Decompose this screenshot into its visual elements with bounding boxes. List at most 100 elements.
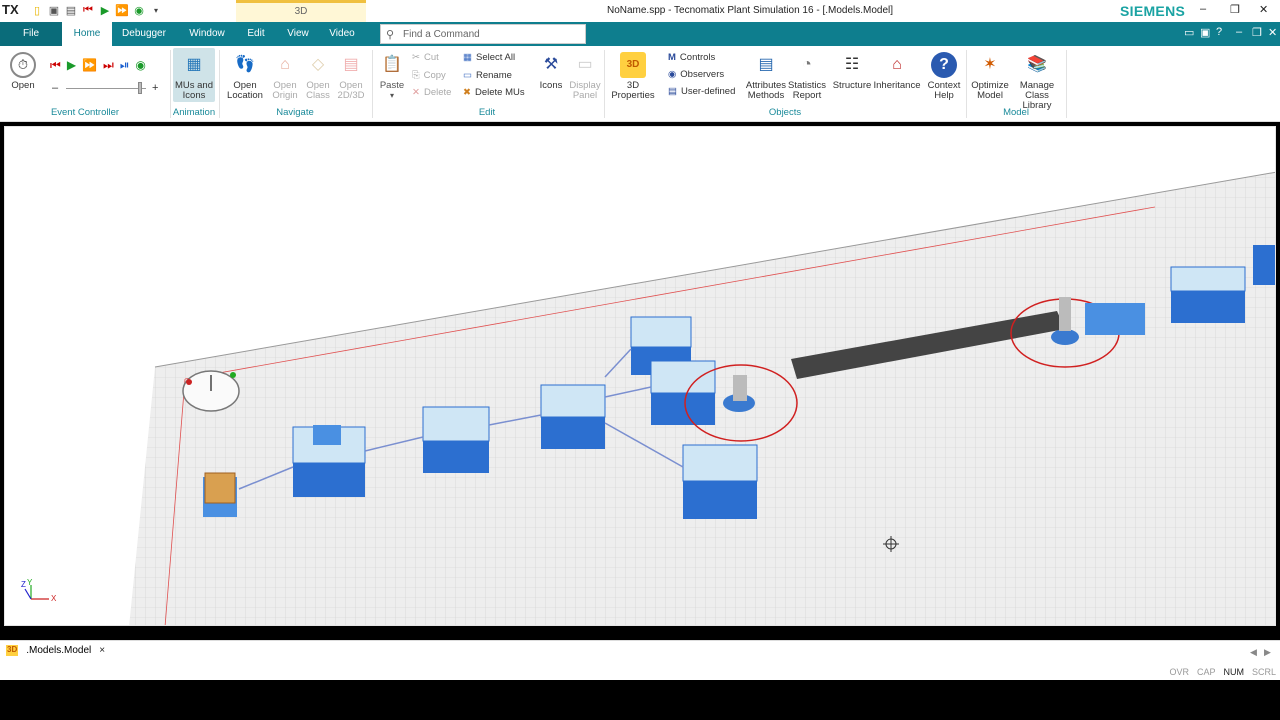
stop-icon[interactable]: ⏭: [103, 58, 114, 73]
title-bar: TX ▯ ▣ ▤ ⏮ ▶ ⏩ ◉ ▾ 3D NoName.spp - Tecno…: [0, 0, 1280, 22]
status-ovr: OVR: [1169, 667, 1189, 677]
separator: [1066, 50, 1067, 118]
axis-label-x: X: [51, 594, 57, 603]
group-edit: Edit: [478, 107, 496, 118]
table-icon: ▤: [758, 56, 774, 73]
reset-icon[interactable]: ⏮: [81, 3, 95, 17]
3d-viewport[interactable]: Y Z X: [4, 126, 1276, 626]
axis-label-y: Y: [27, 578, 33, 587]
fast-forward-icon[interactable]: ⏩: [115, 3, 129, 17]
open-event-controller-button[interactable]: ⏱ Open: [6, 52, 40, 91]
2d3d-icon: ▤: [343, 56, 359, 73]
paste-button[interactable]: 📋 Paste ▾: [378, 52, 406, 101]
speed-minus[interactable]: –: [52, 82, 58, 94]
station-4b[interactable]: [650, 360, 716, 425]
cut-button[interactable]: ✂ Cut: [412, 52, 439, 63]
close-tab-icon[interactable]: ×: [99, 645, 105, 656]
station-1[interactable]: [292, 425, 366, 497]
tab-home[interactable]: Home: [62, 22, 112, 46]
open-2d3d-button[interactable]: ▤ Open 2D/3D: [335, 52, 367, 101]
open-location-button[interactable]: 👣 Open Location: [226, 52, 264, 101]
station-6[interactable]: [1170, 266, 1246, 323]
help-icon[interactable]: ?: [1216, 26, 1222, 38]
inheritance-icon: ⌂: [892, 56, 902, 73]
select-all-button[interactable]: ▦ Select All: [463, 52, 515, 63]
delete-button[interactable]: ✕ Delete: [412, 87, 451, 98]
customize-dropdown-icon[interactable]: ▾: [149, 3, 163, 17]
source-object[interactable]: [203, 472, 237, 517]
document-tab-label: .Models.Model: [26, 645, 92, 656]
fast-forward-icon[interactable]: ⏩: [82, 58, 97, 73]
init-icon[interactable]: ◉: [132, 3, 146, 17]
attributes-methods-button[interactable]: ▤ Attributes Methods: [744, 52, 788, 101]
child-close-icon[interactable]: ✕: [1268, 26, 1277, 39]
tab-window[interactable]: Window: [182, 22, 232, 46]
reset-icon[interactable]: ⏮: [50, 58, 61, 73]
restore-icon[interactable]: ❐: [1230, 3, 1240, 16]
origin-icon: ⌂: [280, 56, 290, 73]
optimize-model-button[interactable]: ✶ Optimize Model: [970, 52, 1010, 101]
brand-logo: SIEMENS: [1120, 3, 1186, 19]
3d-scene: Y Z X: [21, 171, 1276, 625]
tab-file[interactable]: File: [0, 22, 62, 46]
context-help-button[interactable]: ? Context Help: [926, 52, 962, 101]
help-icon: ?: [931, 52, 957, 78]
minimize-child-icon[interactable]: ▭: [1184, 26, 1194, 39]
open-origin-button[interactable]: ⌂ Open Origin: [268, 52, 302, 101]
document-tab-model[interactable]: 3D .Models.Model ×: [6, 645, 105, 656]
child-minimize-icon[interactable]: –: [1236, 26, 1242, 38]
user-defined-icon: ▤: [668, 86, 677, 97]
minimize-icon[interactable]: –: [1200, 3, 1206, 15]
rename-button[interactable]: ▭ Rename: [463, 70, 512, 81]
close-icon[interactable]: ✕: [1259, 3, 1268, 16]
new-file-icon[interactable]: ▯: [30, 3, 44, 17]
books-icon: 📚: [1027, 56, 1047, 73]
3d-properties-button[interactable]: 3D 3D Properties: [610, 52, 656, 101]
controls-button[interactable]: M Controls: [668, 52, 715, 63]
status-num: NUM: [1223, 667, 1244, 677]
init-icon[interactable]: ◉: [135, 58, 145, 73]
event-controller-clock[interactable]: [182, 370, 240, 412]
speed-plus[interactable]: +: [152, 82, 158, 94]
scroll-right-icon[interactable]: ▶: [1264, 647, 1271, 658]
separator: [372, 50, 373, 118]
start-icon[interactable]: ▶: [98, 3, 112, 17]
scissors-icon: ✂: [412, 52, 420, 63]
scroll-left-icon[interactable]: ◀: [1250, 647, 1257, 658]
statistics-report-button[interactable]: ◔ Statistics Report: [788, 52, 826, 101]
tab-view[interactable]: View: [282, 22, 314, 46]
icons-button[interactable]: ⚒ Icons: [536, 52, 566, 91]
station-5[interactable]: [1085, 303, 1145, 335]
child-restore-icon[interactable]: ❐: [1252, 26, 1262, 39]
station-7[interactable]: [1253, 245, 1276, 285]
slider-handle[interactable]: [138, 82, 142, 94]
save-icon[interactable]: ▣: [47, 3, 61, 17]
station-2[interactable]: [422, 406, 490, 473]
display-panel-button[interactable]: ▭ Display Panel: [568, 52, 602, 101]
find-command-search[interactable]: ⚲ Find a Command: [380, 24, 586, 44]
start-icon[interactable]: ▶: [67, 58, 76, 73]
copy-button[interactable]: ⎘ Copy: [412, 70, 446, 81]
user-defined-button[interactable]: ▤ User-defined: [668, 86, 735, 97]
open-class-button[interactable]: ◇ Open Class: [302, 52, 334, 101]
delete-mus-button[interactable]: ✖ Delete MUs: [463, 87, 525, 98]
screen-icon[interactable]: ▣: [1200, 26, 1210, 39]
station-3[interactable]: [540, 384, 606, 449]
speed-slider[interactable]: – +: [52, 82, 164, 96]
observers-button[interactable]: ◉ Observers: [668, 69, 724, 80]
tab-edit[interactable]: Edit: [240, 22, 272, 46]
inheritance-button[interactable]: ⌂ Inheritance: [873, 52, 921, 91]
station-4c[interactable]: [682, 444, 758, 519]
quick-access-toolbar: ▯ ▣ ▤ ⏮ ▶ ⏩ ◉ ▾: [30, 3, 163, 17]
context-tab-3d[interactable]: 3D: [236, 0, 366, 22]
manage-class-library-button[interactable]: 📚 Manage Class Library: [1010, 52, 1064, 111]
save-as-icon[interactable]: ▤: [64, 3, 78, 17]
step-icon[interactable]: ⏯: [120, 58, 130, 73]
black-area: [0, 680, 1280, 720]
tab-debugger[interactable]: Debugger: [116, 22, 172, 46]
tab-video[interactable]: Video: [324, 22, 360, 46]
lightbulb-icon: ⚲: [386, 29, 395, 41]
mus-and-icons-button[interactable]: ▦ MUs and Icons: [173, 48, 215, 102]
group-objects: Objects: [768, 107, 802, 118]
structure-button[interactable]: ☷ Structure: [832, 52, 872, 91]
